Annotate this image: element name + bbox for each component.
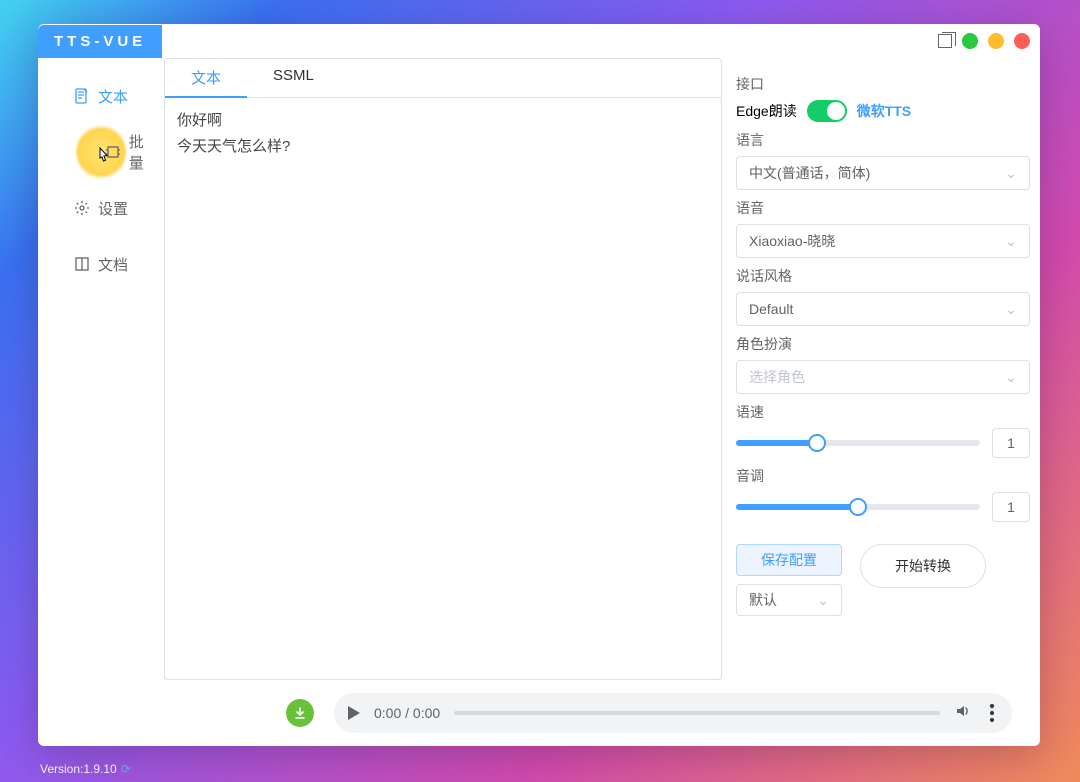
- book-icon: [74, 256, 90, 272]
- language-label: 语言: [736, 130, 1030, 150]
- minimize-button[interactable]: [962, 33, 978, 49]
- api-label: 接口: [736, 74, 1030, 94]
- pitch-slider[interactable]: [736, 504, 980, 510]
- role-placeholder: 选择角色: [749, 367, 805, 387]
- cursor-pointer-icon: [94, 146, 114, 168]
- voice-value: Xiaoxiao-晓晓: [749, 231, 835, 251]
- sidebar-item-batch[interactable]: 批量: [46, 124, 156, 180]
- chevron-down-icon: ⌄: [1005, 233, 1017, 250]
- chevron-down-icon: ⌄: [1005, 165, 1017, 182]
- tab-text[interactable]: 文本: [165, 59, 247, 98]
- chevron-down-icon: ⌄: [1005, 301, 1017, 318]
- text-editor[interactable]: 你好啊 今天天气怎么样?: [165, 98, 721, 679]
- pitch-value[interactable]: 1: [992, 492, 1030, 522]
- editor-tabs: 文本 SSML: [165, 59, 721, 98]
- restore-window-icon[interactable]: [938, 34, 952, 48]
- sidebar-item-label: 设置: [98, 198, 128, 219]
- preset-value: 默认: [749, 590, 777, 610]
- language-value: 中文(普通话，简体): [749, 163, 870, 183]
- player-time: 0:00 / 0:00: [374, 705, 440, 721]
- sidebar-item-settings[interactable]: 设置: [46, 180, 156, 236]
- maximize-button[interactable]: [988, 33, 1004, 49]
- style-label: 说话风格: [736, 266, 1030, 286]
- chevron-down-icon: ⌄: [817, 592, 829, 609]
- app-logo: TTS-VUE: [38, 25, 162, 58]
- voice-select[interactable]: Xiaoxiao-晓晓 ⌄: [736, 224, 1030, 258]
- volume-icon[interactable]: [954, 702, 972, 725]
- titlebar: TTS-VUE: [38, 24, 1040, 58]
- audio-player: 0:00 / 0:00: [334, 693, 1012, 733]
- refresh-icon[interactable]: ⟳: [121, 762, 131, 776]
- style-select[interactable]: Default ⌄: [736, 292, 1030, 326]
- api-toggle[interactable]: [807, 100, 847, 122]
- gear-icon: [74, 200, 90, 216]
- voice-label: 语音: [736, 198, 1030, 218]
- download-button[interactable]: [286, 699, 314, 727]
- speed-slider[interactable]: [736, 440, 980, 446]
- microsoft-tts-link[interactable]: 微软TTS: [857, 101, 911, 121]
- sidebar-item-label: 文本: [98, 86, 128, 107]
- tab-ssml[interactable]: SSML: [247, 59, 340, 97]
- style-value: Default: [749, 301, 793, 317]
- start-convert-button[interactable]: 开始转换: [860, 544, 986, 588]
- edge-read-label: Edge朗读: [736, 101, 797, 121]
- document-icon: [74, 88, 90, 104]
- more-icon[interactable]: [986, 700, 998, 726]
- version-label: Version:1.9.10 ⟳: [40, 762, 131, 776]
- sidebar-item-label: 批量: [129, 131, 156, 173]
- speed-value[interactable]: 1: [992, 428, 1030, 458]
- play-icon[interactable]: [348, 706, 360, 720]
- sidebar-item-label: 文档: [98, 254, 128, 275]
- role-select[interactable]: 选择角色 ⌄: [736, 360, 1030, 394]
- footer: 0:00 / 0:00: [46, 688, 1032, 738]
- player-timeline[interactable]: [454, 711, 940, 715]
- preset-select[interactable]: 默认 ⌄: [736, 584, 842, 616]
- settings-panel: 接口 Edge朗读 微软TTS 语言 中文(普通话，简体) ⌄ 语音 Xiaox…: [730, 58, 1032, 680]
- language-select[interactable]: 中文(普通话，简体) ⌄: [736, 156, 1030, 190]
- sidebar-item-docs[interactable]: 文档: [46, 236, 156, 292]
- save-config-button[interactable]: 保存配置: [736, 544, 842, 576]
- speed-label: 语速: [736, 402, 1030, 422]
- app-window: TTS-VUE 文本 批量: [38, 24, 1040, 746]
- sidebar: 文本 批量 设置: [46, 58, 156, 680]
- sidebar-item-text[interactable]: 文本: [46, 68, 156, 124]
- chevron-down-icon: ⌄: [1005, 369, 1017, 386]
- close-button[interactable]: [1014, 33, 1030, 49]
- pitch-label: 音调: [736, 466, 1030, 486]
- editor-panel: 文本 SSML 你好啊 今天天气怎么样?: [164, 58, 722, 680]
- role-label: 角色扮演: [736, 334, 1030, 354]
